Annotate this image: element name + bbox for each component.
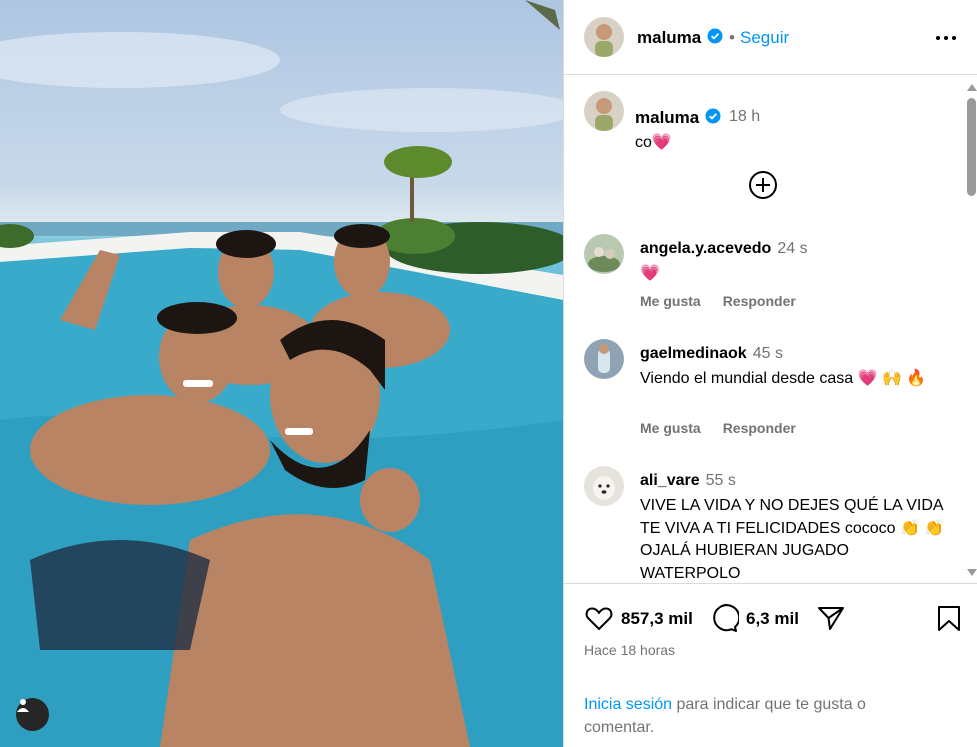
caption-text: co💗 [635, 134, 672, 151]
plus-circle-icon[interactable] [748, 170, 778, 200]
author-username[interactable]: maluma [637, 28, 701, 48]
reply-button[interactable]: Responder [723, 293, 796, 309]
comment-text: VIVE LA VIDA Y NO DEJES QUÉ LA VIDA TE V… [640, 497, 945, 582]
more-options-icon[interactable] [936, 36, 956, 40]
commenter-username[interactable]: angela.y.acevedo 24 s [640, 240, 808, 258]
paper-plane-icon[interactable] [816, 603, 846, 633]
post-time-ago: Hace 18 horas [584, 642, 676, 658]
comment-item: angela.y.acevedo 24 s 💗 Me gusta Responde… [584, 234, 954, 314]
separator-dot: • [729, 28, 735, 47]
like-comment-button[interactable]: Me gusta [640, 293, 701, 309]
commenter-avatar[interactable] [584, 234, 624, 274]
caption-username[interactable]: maluma [635, 108, 699, 128]
post-footer: 857,3 mil 6,3 mil Hace 18 horas Inicia s… [564, 583, 977, 747]
comment-item: gaelmedinaok 45 s Viendo el mundial desde… [584, 339, 954, 439]
post-header: maluma • Seguir [564, 0, 977, 75]
commenter-username[interactable]: ali_vare 55 s [640, 472, 736, 490]
comment-text: Viendo el mundial desde casa 💗 🙌 🔥 [640, 370, 927, 387]
login-prompt: Inicia sesión para indicar que te gusta … [584, 694, 914, 739]
person-icon [17, 699, 29, 712]
comments-list[interactable]: maluma 18 h co💗 angela.y.acevedo 24 s 💗 M… [564, 76, 964, 582]
verified-badge-icon [705, 108, 721, 129]
bookmark-icon[interactable] [934, 603, 964, 633]
comment-item: ali_vare 55 s VIVE LA VIDA Y NO DEJES QUÉ… [584, 466, 954, 582]
comment-time: 45 s [752, 345, 783, 362]
commenter-avatar[interactable] [584, 339, 624, 379]
pool-selfie-image [0, 0, 563, 747]
author-avatar[interactable] [584, 17, 624, 57]
comment-actions: Me gusta Responder [640, 420, 796, 436]
comment-time: 55 s [705, 472, 736, 489]
heart-icon[interactable] [584, 603, 614, 633]
comments-scrollbar[interactable] [965, 80, 977, 582]
login-link[interactable]: Inicia sesión [584, 696, 672, 713]
comment-time: 24 s [777, 240, 808, 257]
post-photo[interactable] [0, 0, 563, 747]
caption-avatar[interactable] [584, 91, 624, 131]
scrollbar-thumb[interactable] [967, 98, 976, 196]
comment-text: 💗 [640, 265, 660, 282]
scroll-down-arrow-icon[interactable] [967, 569, 977, 576]
commenter-avatar[interactable] [584, 466, 624, 506]
reply-button[interactable]: Responder [723, 420, 796, 436]
comment-actions: Me gusta Responder [640, 293, 796, 309]
comments-count[interactable]: 6,3 mil [746, 609, 799, 629]
follow-button[interactable]: Seguir [740, 28, 789, 48]
caption-time: 18 h [729, 108, 761, 125]
user-tag-button[interactable] [16, 698, 49, 731]
scroll-up-arrow-icon[interactable] [967, 84, 977, 91]
comment-bubble-icon[interactable] [709, 603, 741, 633]
commenter-username[interactable]: gaelmedinaok 45 s [640, 345, 783, 363]
verified-badge-icon [707, 28, 723, 49]
like-comment-button[interactable]: Me gusta [640, 420, 701, 436]
likes-count[interactable]: 857,3 mil [621, 609, 693, 629]
post-side-panel: maluma • Seguir maluma 18 h co💗 angela.y… [563, 0, 977, 747]
